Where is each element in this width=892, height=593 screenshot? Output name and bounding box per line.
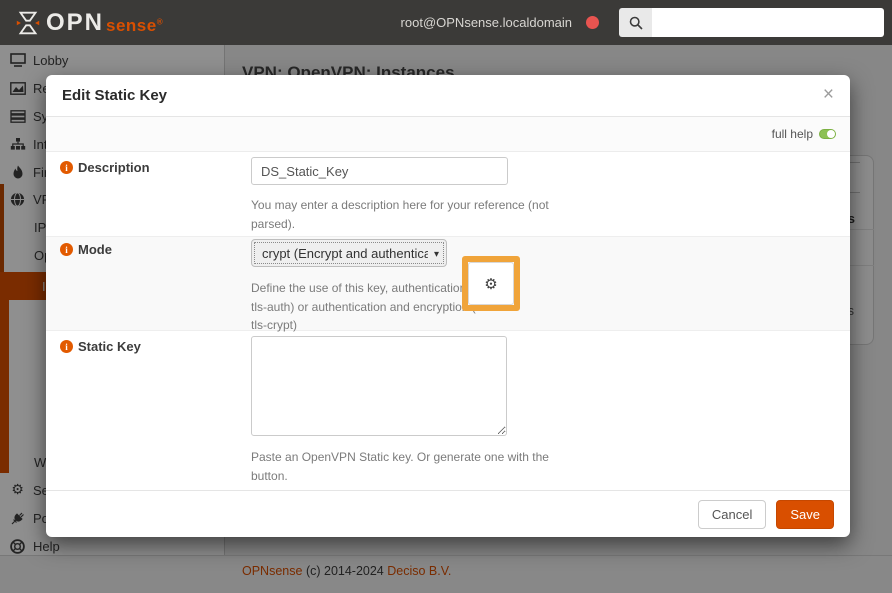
static-key-row: i Static Key Paste an OpenVPN Static key… xyxy=(46,331,850,490)
top-header-bar: OPN sense® root@OPNsense.localdomain xyxy=(0,0,892,45)
toggle-knob xyxy=(827,130,835,138)
description-input[interactable] xyxy=(251,157,508,185)
static-key-help: Paste an OpenVPN Static key. Or generate… xyxy=(251,448,581,485)
alert-status-dot[interactable] xyxy=(586,16,599,29)
modal-footer: Cancel Save xyxy=(46,490,850,537)
save-button[interactable]: Save xyxy=(776,500,834,529)
chevron-down-icon: ▾ xyxy=(434,249,439,260)
full-help-toggle[interactable] xyxy=(819,129,836,139)
logo-text-sense: sense® xyxy=(106,17,163,34)
full-help-label: full help xyxy=(772,127,813,141)
mode-row: i Mode crypt (Encrypt and authenticate) … xyxy=(46,236,850,331)
static-key-textarea[interactable] xyxy=(251,336,507,436)
opnsense-hourglass-icon xyxy=(14,8,42,38)
search-input[interactable] xyxy=(652,8,884,37)
gear-icon: ⚙ xyxy=(484,275,497,293)
full-help-row: full help xyxy=(46,117,850,152)
modal-title: Edit Static Key xyxy=(62,87,167,104)
info-icon[interactable]: i xyxy=(60,243,73,256)
mode-label: Mode xyxy=(78,242,112,257)
description-row: i Description You may enter a descriptio… xyxy=(46,152,850,236)
search-icon xyxy=(619,8,652,37)
global-search xyxy=(619,8,884,37)
modal-header: Edit Static Key × xyxy=(46,75,850,117)
info-icon[interactable]: i xyxy=(60,340,73,353)
static-key-label: Static Key xyxy=(78,339,141,354)
description-label: Description xyxy=(78,160,150,175)
opnsense-logo[interactable]: OPN sense® xyxy=(14,8,163,38)
opnsense-app: OPN sense® root@OPNsense.localdomain Lob… xyxy=(0,0,892,593)
logged-in-user: root@OPNsense.localdomain xyxy=(401,15,572,30)
cancel-button[interactable]: Cancel xyxy=(698,500,766,529)
generate-key-button[interactable]: ⚙ xyxy=(468,262,514,305)
target-highlight-frame: ⚙ xyxy=(462,256,520,311)
close-icon[interactable]: × xyxy=(819,81,838,108)
logo-text-opn: OPN xyxy=(46,11,104,35)
info-icon[interactable]: i xyxy=(60,161,73,174)
edit-static-key-modal: Edit Static Key × full help i Descriptio… xyxy=(46,75,850,537)
mode-help: Define the use of this key, authenticati… xyxy=(251,279,489,335)
mode-select-value: crypt (Encrypt and authenticate) xyxy=(262,246,428,261)
description-help: You may enter a description here for you… xyxy=(251,196,581,233)
mode-select[interactable]: crypt (Encrypt and authenticate) ▾ xyxy=(251,239,447,267)
